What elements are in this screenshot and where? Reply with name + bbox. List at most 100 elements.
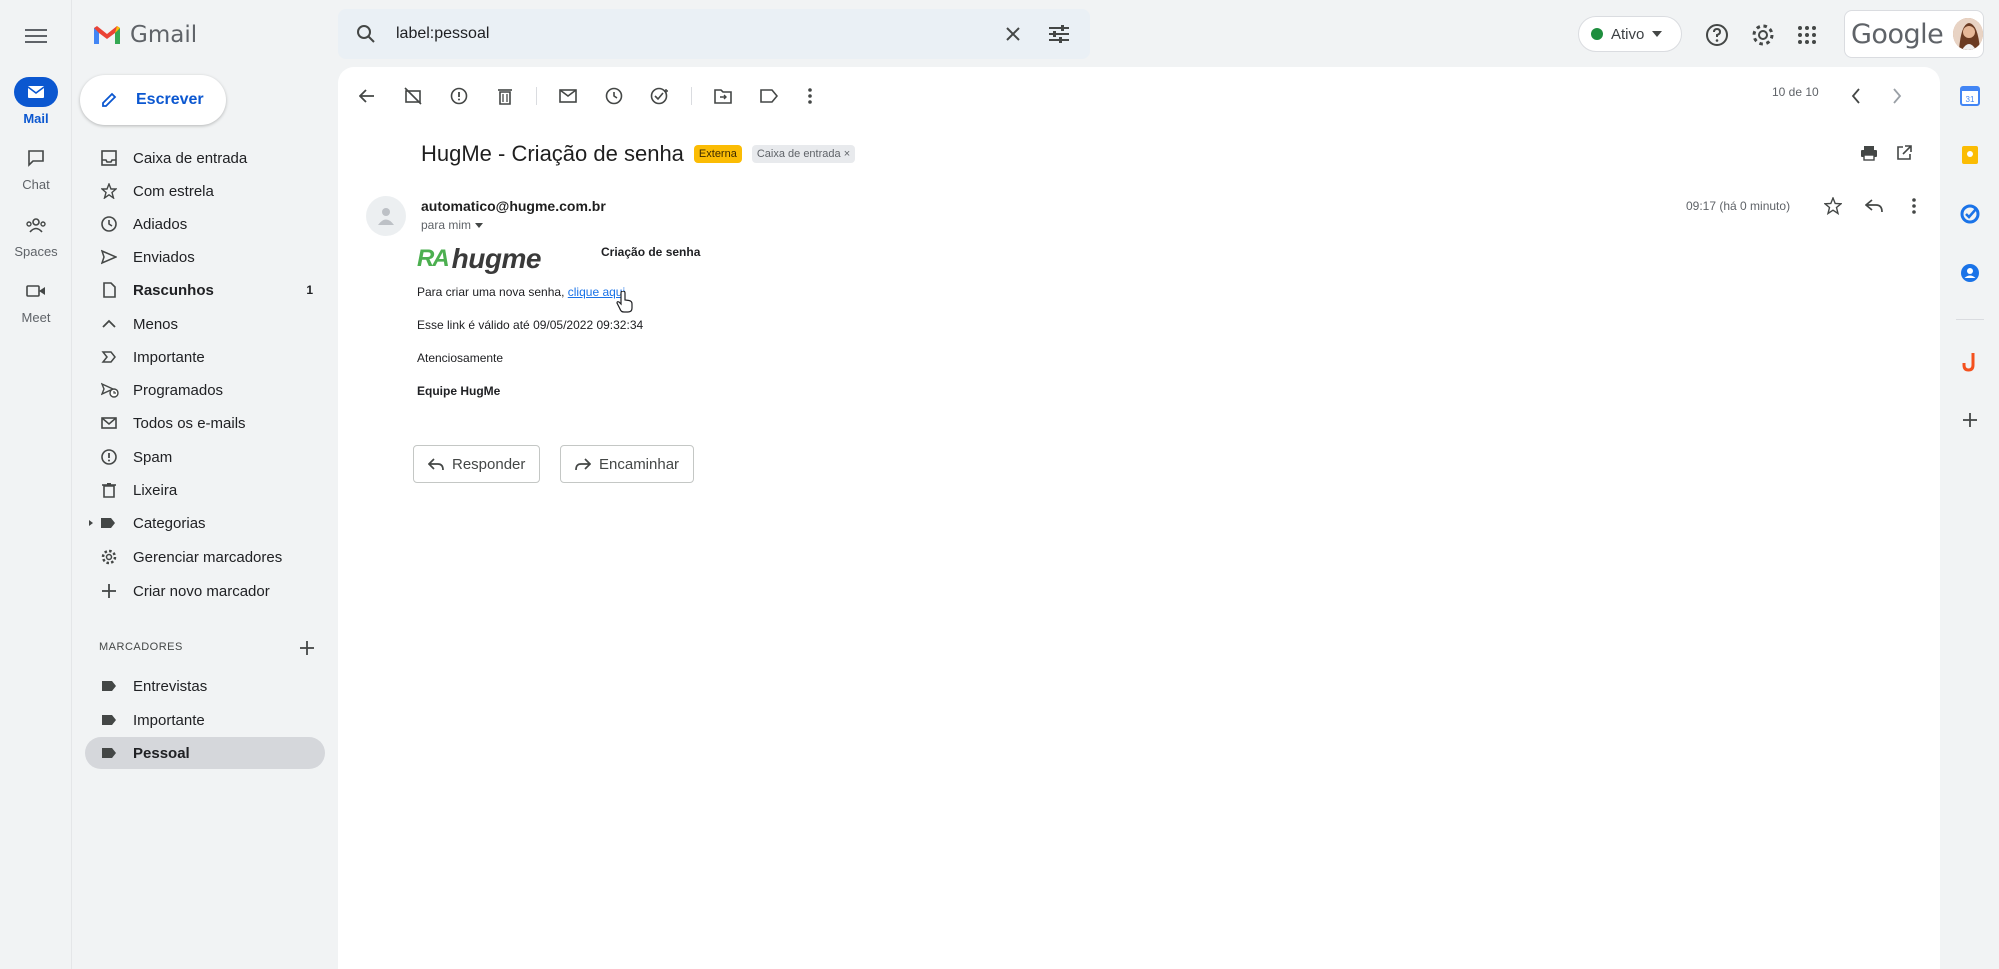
get-addons-button[interactable] xyxy=(1959,409,1981,431)
reply-icon xyxy=(428,457,444,470)
gear-icon[interactable] xyxy=(1751,23,1775,47)
older-button[interactable] xyxy=(1882,81,1912,111)
help-icon[interactable] xyxy=(1705,23,1729,47)
label-item-importante[interactable]: Importante xyxy=(85,704,325,736)
open-new-window-button[interactable] xyxy=(1889,138,1919,168)
rail-item-chat[interactable]: Chat xyxy=(0,143,72,192)
recipient-toggle[interactable]: para mim xyxy=(421,218,484,232)
print-icon xyxy=(1861,146,1877,161)
label-name: Pessoal xyxy=(133,744,190,762)
star-icon xyxy=(1824,197,1842,215)
gmail-logo[interactable]: Gmail xyxy=(92,22,197,48)
close-icon[interactable] xyxy=(1005,26,1021,42)
addon-app-button[interactable] xyxy=(1959,351,1981,373)
nav-item-less[interactable]: Menos xyxy=(85,308,325,340)
add-label-icon[interactable] xyxy=(299,640,315,656)
nav-item-trash[interactable]: Lixeira xyxy=(85,474,325,506)
nav-label: Caixa de entrada xyxy=(133,149,248,167)
forward-action-button[interactable]: Encaminhar xyxy=(560,445,695,483)
spam-icon xyxy=(101,449,117,465)
svg-text:31: 31 xyxy=(1966,95,1975,104)
keep-app-button[interactable] xyxy=(1959,144,1981,166)
chevron-left-icon xyxy=(1851,88,1860,104)
message-more-button[interactable] xyxy=(1899,191,1929,221)
message-subject-row: HugMe - Criação de senha Externa Caixa d… xyxy=(421,141,856,167)
label-outline-icon xyxy=(760,89,778,103)
calendar-icon: 31 xyxy=(1960,86,1980,106)
clock-icon xyxy=(101,216,117,232)
calendar-app-button[interactable]: 31 xyxy=(1959,85,1981,107)
print-button[interactable] xyxy=(1854,138,1884,168)
hugme-wordmark: hugme xyxy=(451,243,542,274)
status-selector[interactable]: Ativo xyxy=(1578,16,1682,52)
report-spam-button[interactable] xyxy=(444,81,474,111)
tasks-icon xyxy=(1960,204,1980,224)
archive-button[interactable] xyxy=(398,81,428,111)
label-item-pessoal[interactable]: Pessoal xyxy=(85,737,325,769)
mail-outline-icon xyxy=(559,89,577,103)
spaces-icon xyxy=(14,210,58,240)
more-button[interactable] xyxy=(795,81,825,111)
back-button[interactable] xyxy=(352,81,382,111)
label-name: Importante xyxy=(133,711,205,729)
rail-item-spaces[interactable]: Spaces xyxy=(0,210,72,259)
add-task-button[interactable] xyxy=(645,81,675,111)
account-switcher[interactable]: Google xyxy=(1844,10,1984,58)
nav-item-create-label[interactable]: Criar novo marcador xyxy=(85,575,325,607)
search-options-icon[interactable] xyxy=(1048,24,1070,44)
reply-button[interactable] xyxy=(1859,191,1889,221)
tasks-app-button[interactable] xyxy=(1959,203,1981,225)
mark-unread-button[interactable] xyxy=(553,81,583,111)
newer-button[interactable] xyxy=(1841,81,1871,111)
nav-label: Importante xyxy=(133,348,205,366)
nav-item-scheduled[interactable]: Programados xyxy=(85,374,325,406)
star-message-button[interactable] xyxy=(1818,191,1848,221)
search-bar[interactable]: label:pessoal xyxy=(338,9,1090,59)
keep-icon xyxy=(1962,146,1978,164)
rail-label-meet: Meet xyxy=(21,310,51,325)
search-input[interactable]: label:pessoal xyxy=(396,25,489,43)
message-counter: 10 de 10 xyxy=(1772,85,1819,99)
move-to-folder-icon xyxy=(714,89,732,104)
search-icon[interactable] xyxy=(356,24,376,44)
status-dot xyxy=(1591,28,1603,40)
nav-item-important[interactable]: Importante xyxy=(85,341,325,373)
reply-action-button[interactable]: Responder xyxy=(413,445,541,483)
label-button[interactable] xyxy=(754,81,784,111)
label-item-entrevistas[interactable]: Entrevistas xyxy=(85,670,325,702)
add-task-icon xyxy=(650,87,668,105)
nav-item-spam[interactable]: Spam xyxy=(85,441,325,473)
nav-label: Enviados xyxy=(133,248,195,266)
delete-button[interactable] xyxy=(490,81,520,111)
nav-label: Spam xyxy=(133,448,173,466)
nav-item-manage-labels[interactable]: Gerenciar marcadores xyxy=(85,541,325,573)
inbox-label-chip[interactable]: Caixa de entrada × xyxy=(751,145,856,163)
nav-item-snoozed[interactable]: Adiados xyxy=(85,208,325,240)
email-heading: Criação de senha xyxy=(601,245,701,259)
nav-item-drafts[interactable]: Rascunhos 1 xyxy=(85,274,325,306)
apps-grid-icon[interactable] xyxy=(1797,25,1817,45)
nav-item-all-mail[interactable]: Todos os e-mails xyxy=(85,407,325,439)
snooze-button[interactable] xyxy=(599,81,629,111)
move-to-button[interactable] xyxy=(708,81,738,111)
nav-item-sent[interactable]: Enviados xyxy=(85,241,325,273)
avatar xyxy=(1953,18,1983,50)
message-subject: HugMe - Criação de senha xyxy=(421,141,684,166)
gear-icon xyxy=(101,549,117,565)
nav-label: Todos os e-mails xyxy=(133,414,246,432)
rail-item-meet[interactable]: Meet xyxy=(0,276,72,325)
rail-item-mail[interactable]: Mail xyxy=(0,77,72,126)
label-icon xyxy=(102,681,116,691)
contacts-app-button[interactable] xyxy=(1959,262,1981,284)
remove-label-button[interactable]: × xyxy=(844,148,850,160)
compose-button[interactable]: Escrever xyxy=(80,75,226,125)
nav-item-categories[interactable]: Categorias xyxy=(85,507,325,539)
nav-item-inbox[interactable]: Caixa de entrada xyxy=(85,142,325,174)
nav-label: Criar novo marcador xyxy=(133,582,270,600)
sender-email[interactable]: automatico@hugme.com.br xyxy=(421,198,606,214)
main-menu-button[interactable] xyxy=(20,20,52,52)
message-time: 09:17 (há 0 minuto) xyxy=(1686,199,1791,213)
trash-icon xyxy=(102,483,116,498)
nav-item-starred[interactable]: Com estrela xyxy=(85,175,325,207)
external-badge: Externa xyxy=(693,145,742,163)
